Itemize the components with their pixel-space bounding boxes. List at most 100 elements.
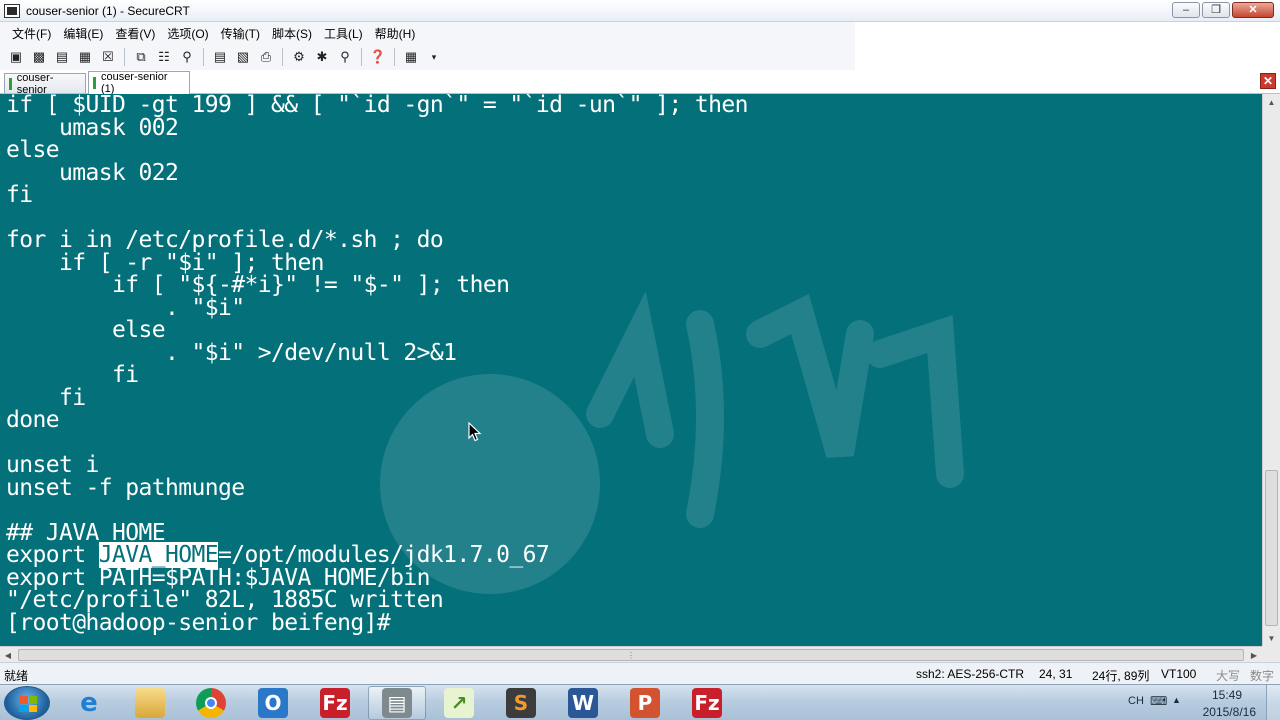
status-emulation: VT100 xyxy=(1161,667,1197,681)
global-options-icon[interactable]: ✱ xyxy=(312,48,332,66)
start-button[interactable] xyxy=(4,686,50,720)
minimize-button[interactable]: – xyxy=(1172,2,1200,18)
securecrt-app-icon[interactable] xyxy=(4,3,20,18)
menu-tools[interactable]: 工具(L) xyxy=(318,25,369,42)
find-icon[interactable]: ⚲ xyxy=(177,48,197,66)
paste-icon[interactable]: ☷ xyxy=(154,48,174,66)
terminal-prompt: [root@hadoop-senior beifeng]# xyxy=(6,609,391,636)
taskbar-windows-explorer[interactable] xyxy=(121,686,179,720)
filezilla-icon: Fz xyxy=(692,688,722,718)
taskbar-notepad-chart[interactable]: ↗ xyxy=(430,686,488,720)
close-button[interactable]: ✕ xyxy=(1232,2,1274,18)
tab-couser-senior-1[interactable]: couser-senior (1) xyxy=(88,71,190,95)
horizontal-scrollbar[interactable]: ◀ ⋮ ▶ xyxy=(0,646,1262,662)
restore-button[interactable]: ❐ xyxy=(1202,2,1230,18)
connected-indicator xyxy=(93,77,96,89)
taskbar-word[interactable]: W xyxy=(554,686,612,720)
powerpoint-icon: P xyxy=(630,688,660,718)
status-bar: 就绪 ssh2: AES-256-CTR 24, 31 24行, 89列 VT1… xyxy=(0,662,1280,684)
session-options-icon[interactable]: ⚙ xyxy=(289,48,309,66)
quick-connect-icon[interactable]: ▩ xyxy=(29,48,49,66)
clock-date[interactable]: 2015/8/16 xyxy=(1203,705,1256,719)
keyboard-icon[interactable]: ⌨ xyxy=(1150,694,1167,708)
terminal-line: unset -f pathmunge xyxy=(6,474,245,501)
connect-icon[interactable]: ▣ xyxy=(6,48,26,66)
menu-help[interactable]: 帮助(H) xyxy=(369,25,422,42)
vertical-scroll-thumb[interactable] xyxy=(1265,470,1278,626)
taskbar-internet-explorer[interactable]: e xyxy=(60,686,118,720)
menu-options[interactable]: 选项(O) xyxy=(161,25,214,42)
menu-transfer[interactable]: 传输(T) xyxy=(215,25,266,42)
menu-view[interactable]: 查看(V) xyxy=(109,25,161,42)
terminal-line: done xyxy=(6,407,60,433)
help-icon[interactable]: ❓ xyxy=(368,48,388,66)
print-icon[interactable]: ⎙ xyxy=(256,48,276,66)
taskbar-securecrt[interactable]: ▤ xyxy=(368,686,426,720)
terminal-line: . "$i" >/dev/null 2>&1 xyxy=(6,339,457,366)
taskbar-chrome[interactable] xyxy=(182,686,240,720)
toolbar: ▣ ▩ ▤ ▦ ☒ ⧉ ☷ ⚲ ▤ ▧ ⎙ ⚙ ✱ ⚲ ❓ ▦ ▾ xyxy=(0,44,855,70)
taskbar-sublime-text[interactable]: S xyxy=(492,686,550,720)
terminal-line: fi xyxy=(6,384,86,411)
close-tab-icon[interactable]: ✕ xyxy=(1260,73,1276,89)
scroll-down-icon[interactable]: ▼ xyxy=(1263,630,1280,646)
terminal-line: if [ $UID -gt 199 ] && [ "`id -gn`" = "`… xyxy=(6,94,748,118)
sublime-text-icon: S xyxy=(506,688,536,718)
terminal-line: export PATH=$PATH:$JAVA_HOME/bin xyxy=(6,564,431,591)
copy-icon[interactable]: ⧉ xyxy=(131,48,151,66)
disconnect-icon[interactable]: ☒ xyxy=(98,48,118,66)
menu-edit[interactable]: 编辑(E) xyxy=(57,25,109,42)
connected-indicator xyxy=(9,77,12,90)
system-tray: CH ⌨ ▲ 15:49 2015/8/16 xyxy=(1120,685,1280,720)
scroll-left-icon[interactable]: ◀ xyxy=(0,647,16,663)
window-controls: – ❐ ✕ xyxy=(1172,2,1274,18)
folder-icon xyxy=(135,688,165,718)
show-hidden-icons-icon[interactable]: ▲ xyxy=(1172,695,1181,705)
keymap-icon[interactable]: ⚲ xyxy=(335,48,355,66)
clock-time[interactable]: 15:49 xyxy=(1212,688,1242,702)
terminal-line: fi xyxy=(6,362,139,388)
terminal-screen[interactable]: if [ $UID -gt 199 ] && [ "`id -gn`" = "`… xyxy=(0,94,1262,646)
status-caps-lock: 大写 xyxy=(1216,669,1241,683)
reconnect-icon[interactable]: ▦ xyxy=(75,48,95,66)
taskbar-outlook[interactable]: O xyxy=(244,686,302,720)
securecrt-icon: ▤ xyxy=(382,688,412,718)
chrome-icon xyxy=(196,688,226,718)
connect-tab-icon[interactable]: ▤ xyxy=(52,48,72,66)
tab-couser-senior[interactable]: couser-senior xyxy=(4,72,86,96)
terminal-line: umask 022 xyxy=(6,159,179,186)
scroll-up-icon[interactable]: ▲ xyxy=(1263,94,1280,110)
taskbar-filezilla-2[interactable]: Fz xyxy=(678,686,736,720)
toolbar-separator xyxy=(203,48,204,66)
toolbar-separator xyxy=(361,48,362,66)
toolbar-separator xyxy=(282,48,283,66)
outlook-icon: O xyxy=(258,688,288,718)
menu-bar: 文件(F) 编辑(E) 查看(V) 选项(O) 传输(T) 脚本(S) 工具(L… xyxy=(0,22,855,44)
log-session-icon[interactable]: ▤ xyxy=(210,48,230,66)
sftp-icon[interactable]: ▦ xyxy=(401,48,421,66)
terminal-line: unset i xyxy=(6,452,99,478)
window-title: couser-senior (1) - SecureCRT xyxy=(26,3,190,18)
internet-explorer-icon: e xyxy=(80,688,98,718)
taskbar-powerpoint[interactable]: P xyxy=(616,686,674,720)
vertical-scrollbar[interactable]: ▲ ▼ xyxy=(1262,94,1280,646)
toolbar-separator xyxy=(394,48,395,66)
horizontal-scroll-thumb[interactable]: ⋮ xyxy=(18,649,1244,661)
scroll-right-icon[interactable]: ▶ xyxy=(1246,647,1262,663)
toolbar-overflow-icon[interactable]: ▾ xyxy=(424,48,444,66)
title-bar: couser-senior (1) - SecureCRT – ❐ ✕ xyxy=(0,0,1280,22)
show-desktop-button[interactable] xyxy=(1266,685,1280,720)
notepad-chart-icon: ↗ xyxy=(444,688,474,718)
status-cursor-position: 24, 31 xyxy=(1039,667,1073,681)
terminal-line: if [ -r "$i" ]; then xyxy=(6,249,325,276)
menu-script[interactable]: 脚本(S) xyxy=(266,25,318,42)
terminal-output: if [ $UID -gt 199 ] && [ "`id -gn`" = "`… xyxy=(6,94,748,634)
menu-file[interactable]: 文件(F) xyxy=(6,25,57,42)
input-language[interactable]: CH xyxy=(1128,695,1144,707)
session-tab-bar: couser-senior couser-senior (1) ✕ xyxy=(0,70,1280,96)
taskbar-filezilla[interactable]: Fz xyxy=(306,686,364,720)
print-screen-icon[interactable]: ▧ xyxy=(233,48,253,66)
mouse-pointer-icon xyxy=(468,422,482,442)
